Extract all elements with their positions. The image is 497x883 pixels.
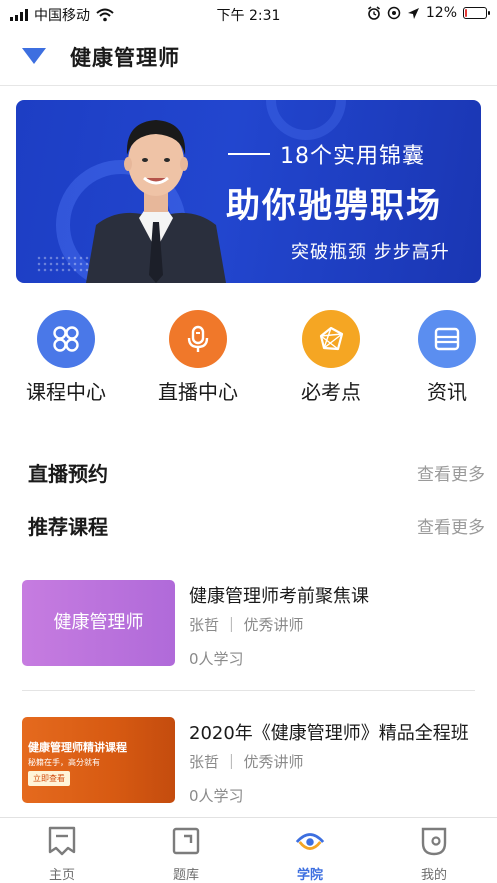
banner-line-1-text: 18个实用锦囊 bbox=[280, 144, 425, 169]
navigation-icon bbox=[407, 7, 419, 19]
nav-news[interactable]: 资讯 bbox=[397, 308, 497, 405]
bottom-tab-bar: 主页 题库 学院 我的 bbox=[0, 817, 497, 883]
thumbnail-subtext: 秘籍在手，高分就有 bbox=[28, 758, 100, 767]
profile-icon bbox=[419, 826, 449, 858]
course-title: 2020年《健康管理师》精品全程班 bbox=[189, 723, 469, 744]
section-recommended: 推荐课程 查看更多 bbox=[28, 511, 485, 541]
news-icon bbox=[418, 310, 476, 368]
section-title: 推荐课程 bbox=[28, 515, 108, 539]
course-thumbnail: 健康管理师 bbox=[22, 580, 175, 666]
top-header: 健康管理师 bbox=[0, 28, 497, 86]
target-network-icon bbox=[302, 310, 360, 368]
tab-label: 学院 bbox=[296, 868, 323, 883]
nav-key-points[interactable]: 必考点 bbox=[281, 308, 381, 405]
question-bank-icon bbox=[171, 826, 201, 858]
nav-label: 课程中心 bbox=[26, 380, 106, 404]
course-item[interactable]: 健康管理师精讲课程 秘籍在手，高分就有 立即查看 2020年《健康管理师》精品全… bbox=[22, 717, 497, 807]
promo-banner[interactable]: 18个实用锦囊 助你驰骋职场 突破瓶颈 步步高升 bbox=[16, 100, 481, 283]
battery-percent: 12% bbox=[425, 5, 457, 21]
quick-nav: 课程中心 直播中心 必考点 资讯 bbox=[0, 308, 497, 408]
nav-live-center[interactable]: 直播中心 bbox=[148, 308, 248, 405]
banner-decor-ring bbox=[266, 100, 346, 140]
course-learners: 0人学习 bbox=[189, 787, 244, 805]
microphone-icon bbox=[169, 310, 227, 368]
nav-label: 必考点 bbox=[301, 380, 361, 404]
thumbnail-button: 立即查看 bbox=[28, 771, 70, 786]
list-divider bbox=[22, 690, 475, 691]
alarm-icon bbox=[367, 6, 380, 20]
tab-home[interactable]: 主页 bbox=[12, 826, 112, 883]
see-more-link[interactable]: 查看更多 bbox=[417, 513, 485, 538]
academy-eye-icon bbox=[295, 826, 325, 858]
location-icon bbox=[387, 6, 401, 20]
section-live-booking: 直播预约 查看更多 bbox=[28, 458, 485, 488]
thumbnail-text: 健康管理师精讲课程 bbox=[28, 741, 127, 754]
banner-dash bbox=[228, 153, 270, 155]
course-title: 健康管理师考前聚焦课 bbox=[189, 586, 369, 607]
course-learners: 0人学习 bbox=[189, 650, 244, 668]
see-more-link[interactable]: 查看更多 bbox=[417, 460, 485, 485]
banner-line-1: 18个实用锦囊 bbox=[228, 138, 425, 170]
tab-question-bank[interactable]: 题库 bbox=[136, 826, 236, 883]
battery-level bbox=[465, 9, 467, 17]
page-title[interactable]: 健康管理师 bbox=[70, 42, 180, 72]
banner-headline: 助你驰骋职场 bbox=[226, 186, 442, 226]
course-item[interactable]: 健康管理师 健康管理师考前聚焦课 张哲 ｜ 优秀讲师 0人学习 bbox=[22, 580, 497, 670]
tab-profile[interactable]: 我的 bbox=[384, 826, 484, 883]
banner-subline: 突破瓶颈 步步高升 bbox=[291, 242, 450, 263]
home-icon bbox=[47, 826, 77, 858]
course-teacher: 张哲 ｜ 优秀讲师 bbox=[189, 616, 304, 634]
tab-label: 主页 bbox=[48, 868, 75, 883]
tab-label: 题库 bbox=[172, 868, 199, 883]
nav-label: 直播中心 bbox=[158, 380, 238, 404]
nav-course-center[interactable]: 课程中心 bbox=[16, 308, 116, 405]
app-screen: 中国移动 下午 2:31 12% 健康管理师 18个实用锦囊 助你驰骋职场 突破… bbox=[0, 0, 497, 883]
status-bar: 中国移动 下午 2:31 12% bbox=[0, 0, 497, 28]
status-right: 12% bbox=[367, 5, 490, 21]
battery-icon bbox=[463, 7, 490, 19]
course-teacher: 张哲 ｜ 优秀讲师 bbox=[189, 753, 304, 771]
tab-academy[interactable]: 学院 bbox=[260, 826, 360, 883]
tab-label: 我的 bbox=[420, 868, 447, 883]
presenter-photo bbox=[86, 120, 226, 283]
course-thumbnail: 健康管理师精讲课程 秘籍在手，高分就有 立即查看 bbox=[22, 717, 175, 803]
triangle-down-icon[interactable] bbox=[22, 48, 46, 64]
section-title: 直播预约 bbox=[28, 462, 108, 486]
thumbnail-text: 健康管理师 bbox=[53, 612, 144, 633]
nav-label: 资讯 bbox=[427, 380, 467, 404]
grid-icon bbox=[37, 310, 95, 368]
